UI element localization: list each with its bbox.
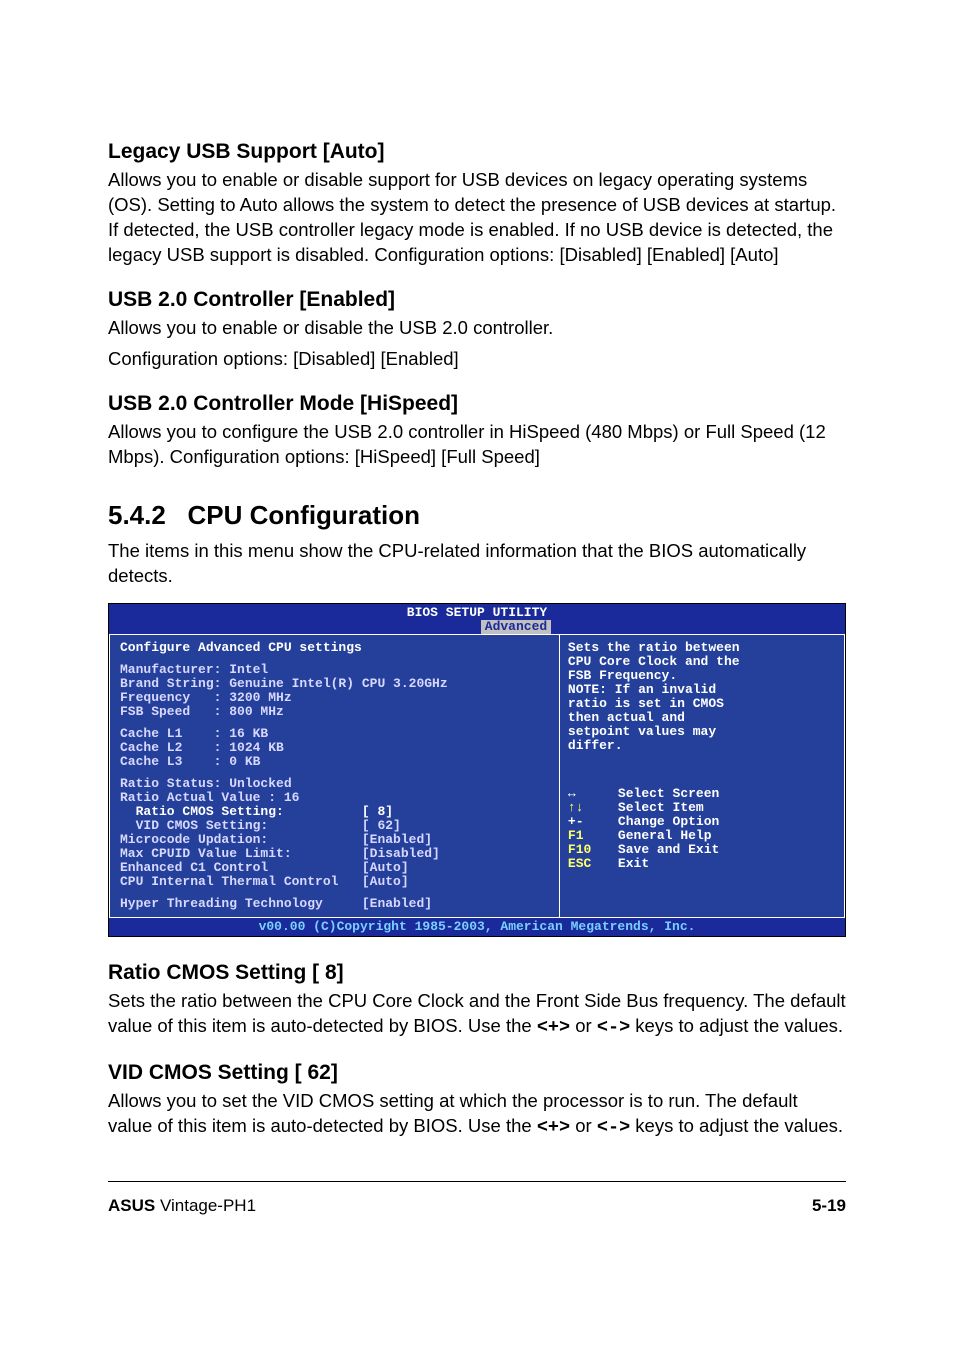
bios-screenshot: BIOS SETUP UTILITY Advanced Configure Ad… xyxy=(108,603,846,937)
bios-help: CPU Core Clock and the xyxy=(568,655,836,669)
nav-key: F10 xyxy=(568,843,618,857)
bios-line: Ratio Status: Unlocked xyxy=(120,777,549,791)
nav-key: ↑↓ xyxy=(568,801,618,815)
nav-label: Save and Exit xyxy=(618,843,719,857)
bios-line: Ratio Actual Value : 16 xyxy=(120,791,549,805)
bios-line: Microcode Updation: [Enabled] xyxy=(120,833,549,847)
bios-help: Sets the ratio between xyxy=(568,641,836,655)
footer-page: 5-19 xyxy=(812,1196,846,1216)
heading-usb20-mode: USB 2.0 Controller Mode [HiSpeed] xyxy=(108,392,846,416)
nav-key: ESC xyxy=(568,857,618,871)
bios-line: FSB Speed : 800 MHz xyxy=(120,705,549,719)
bios-copyright: v00.00 (C)Copyright 1985-2003, American … xyxy=(109,918,845,936)
nav-key: F1 xyxy=(568,829,618,843)
bios-line: Brand String: Genuine Intel(R) CPU 3.20G… xyxy=(120,677,549,691)
bios-line: CPU Internal Thermal Control [Auto] xyxy=(120,875,549,889)
bios-nav-row: F10Save and Exit xyxy=(568,843,836,857)
footer-rule xyxy=(108,1181,846,1182)
bios-help: then actual and xyxy=(568,711,836,725)
bios-line: Max CPUID Value Limit: [Disabled] xyxy=(120,847,549,861)
bios-help: ratio is set in CMOS xyxy=(568,697,836,711)
nav-key: +- xyxy=(568,815,618,829)
bios-nav-row: ↔Select Screen xyxy=(568,787,836,801)
bios-left-heading: Configure Advanced CPU settings xyxy=(120,641,549,655)
body-usb20-1: Allows you to enable or disable the USB … xyxy=(108,316,846,341)
bios-line: Ratio CMOS Setting: [ 8] xyxy=(120,805,549,819)
section-title: CPU Configuration xyxy=(188,500,421,530)
bios-help: differ. xyxy=(568,739,836,753)
bios-title-text: BIOS SETUP UTILITY xyxy=(109,606,845,620)
bios-help: FSB Frequency. xyxy=(568,669,836,683)
body-usb20-2: Configuration options: [Disabled] [Enabl… xyxy=(108,347,846,372)
bios-nav-row: F1General Help xyxy=(568,829,836,843)
nav-key: ↔ xyxy=(568,787,618,801)
key-minus: <-> xyxy=(597,1017,630,1038)
bios-nav-row: ↑↓Select Item xyxy=(568,801,836,815)
footer-left: ASUS Vintage-PH1 xyxy=(108,1196,256,1216)
bios-line: VID CMOS Setting: [ 62] xyxy=(120,819,549,833)
bios-help: setpoint values may xyxy=(568,725,836,739)
body-usb20-mode: Allows you to configure the USB 2.0 cont… xyxy=(108,420,846,470)
heading-legacy-usb: Legacy USB Support [Auto] xyxy=(108,140,846,164)
bios-left-pane: Configure Advanced CPU settings Manufact… xyxy=(109,634,559,918)
key-plus: <+> xyxy=(537,1017,570,1038)
bios-tab-advanced: Advanced xyxy=(481,620,551,634)
section-number: 5.4.2 xyxy=(108,500,166,530)
page-footer: ASUS Vintage-PH1 5-19 xyxy=(108,1190,846,1216)
nav-label: Change Option xyxy=(618,815,719,829)
heading-cpu-configuration: 5.4.2 CPU Configuration xyxy=(108,500,846,531)
nav-label: Select Item xyxy=(618,801,704,815)
bios-line: Cache L1 : 16 KB xyxy=(120,727,549,741)
nav-label: Select Screen xyxy=(618,787,719,801)
text: keys to adjust the values. xyxy=(630,1015,843,1036)
nav-label: Exit xyxy=(618,857,649,871)
bios-right-pane: Sets the ratio between CPU Core Clock an… xyxy=(559,634,845,918)
text: keys to adjust the values. xyxy=(630,1115,843,1136)
text: or xyxy=(570,1115,597,1136)
bios-line: Cache L2 : 1024 KB xyxy=(120,741,549,755)
nav-label: General Help xyxy=(618,829,712,843)
bios-nav-row: +-Change Option xyxy=(568,815,836,829)
bios-titlebar: BIOS SETUP UTILITY Advanced xyxy=(109,604,845,634)
heading-ratio-cmos: Ratio CMOS Setting [ 8] xyxy=(108,961,846,985)
text: or xyxy=(570,1015,597,1036)
bios-help: NOTE: If an invalid xyxy=(568,683,836,697)
footer-model: Vintage-PH1 xyxy=(155,1196,256,1215)
heading-vid-cmos: VID CMOS Setting [ 62] xyxy=(108,1061,846,1085)
body-vid-cmos: Allows you to set the VID CMOS setting a… xyxy=(108,1089,846,1141)
key-minus: <-> xyxy=(597,1117,630,1138)
heading-usb20-controller: USB 2.0 Controller [Enabled] xyxy=(108,288,846,312)
body-ratio-cmos: Sets the ratio between the CPU Core Cloc… xyxy=(108,989,846,1041)
bios-line: Manufacturer: Intel xyxy=(120,663,549,677)
bios-line: Cache L3 : 0 KB xyxy=(120,755,549,769)
key-plus: <+> xyxy=(537,1117,570,1138)
bios-line: Hyper Threading Technology [Enabled] xyxy=(120,897,549,911)
body-cpu-config: The items in this menu show the CPU-rela… xyxy=(108,539,846,589)
bios-line: Frequency : 3200 MHz xyxy=(120,691,549,705)
bios-nav-row: ESCExit xyxy=(568,857,836,871)
bios-line: Enhanced C1 Control [Auto] xyxy=(120,861,549,875)
footer-brand: ASUS xyxy=(108,1196,155,1215)
body-legacy-usb: Allows you to enable or disable support … xyxy=(108,168,846,268)
